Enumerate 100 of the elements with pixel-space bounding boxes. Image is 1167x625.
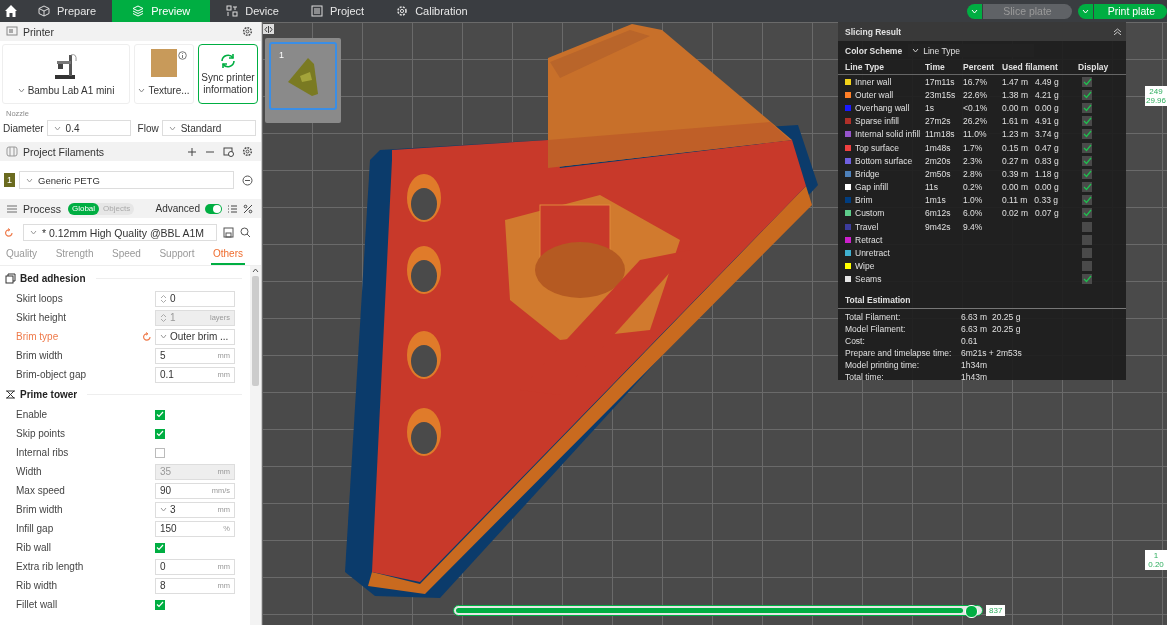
total-label: Cost: [845, 336, 866, 346]
checkbox[interactable] [155, 599, 165, 610]
table-cell: 0.00 m [1002, 182, 1028, 193]
printer-card[interactable]: Bambu Lab A1 mini [2, 44, 130, 104]
advanced-label: Advanced [155, 203, 200, 214]
advanced-switch[interactable] [205, 203, 222, 214]
line-type-name: Bridge [855, 168, 880, 179]
setting-label: Infill gap [16, 523, 55, 534]
display-checkbox[interactable] [1082, 129, 1092, 140]
collapse-icon[interactable] [1113, 28, 1122, 35]
total-label: Total Filament: [845, 312, 902, 322]
column-header: Time [925, 62, 946, 72]
percent-icon[interactable] [243, 203, 253, 214]
display-checkbox[interactable] [1082, 261, 1092, 272]
column-header: Display [1078, 62, 1110, 72]
caret-icon [26, 177, 33, 183]
save-icon[interactable] [223, 227, 234, 238]
table-cell: 6m12s [925, 208, 951, 219]
printer-icon [6, 26, 18, 37]
display-checkbox[interactable] [1082, 234, 1092, 245]
slider-handle[interactable] [965, 605, 979, 618]
line-type-name: Brim [855, 195, 873, 206]
flow-dropdown[interactable]: Standard [161, 120, 256, 136]
nav-tab[interactable]: Project [294, 0, 381, 22]
nav-tab[interactable]: Prepare [22, 0, 113, 22]
section-title: Process [23, 202, 61, 215]
checkbox[interactable] [155, 447, 165, 458]
preset-dropdown[interactable]: * 0.12mm High Quality @BBL A1M [23, 224, 217, 241]
display-checkbox[interactable] [1082, 208, 1092, 219]
nav-tab[interactable]: Calibration [380, 0, 484, 22]
nav-tab[interactable]: Device [210, 0, 295, 22]
table-cell: 4.21 g [1035, 89, 1059, 100]
panel-title: Slicing Result [845, 26, 902, 37]
line-type-name: Sparse infill [855, 116, 899, 127]
table-cell: 0.00 g [1035, 182, 1059, 193]
table-cell: 0.2% [963, 182, 983, 193]
display-checkbox[interactable] [1082, 182, 1092, 193]
table-cell: 22.6% [963, 89, 988, 100]
sync-icon [219, 53, 237, 69]
display-checkbox[interactable] [1082, 155, 1092, 166]
setting-label: Brim-object gap [16, 369, 88, 380]
process-icon [6, 203, 18, 214]
filament-dropdown[interactable]: Generic PETG [19, 171, 234, 189]
table-cell: 0.15 m [1002, 142, 1028, 153]
display-checkbox[interactable] [1082, 142, 1092, 153]
add-icon[interactable] [187, 146, 197, 157]
table-cell: 0.11 m [1002, 195, 1028, 206]
info-icon[interactable] [178, 51, 187, 60]
setting-label: Brim type [16, 331, 60, 342]
tower-icon [5, 389, 16, 400]
display-checkbox[interactable] [1082, 102, 1092, 113]
line-type-name: Top surface [855, 142, 899, 153]
dropdown-button[interactable] [1077, 3, 1093, 19]
display-checkbox[interactable] [1082, 116, 1092, 127]
plate-card[interactable]: Texture... [134, 44, 194, 104]
scroll-up-icon[interactable] [252, 268, 259, 273]
display-checkbox[interactable] [1082, 89, 1092, 100]
table-cell: 3.74 g [1035, 129, 1059, 140]
table-cell: 26.2% [963, 116, 988, 127]
display-checkbox[interactable] [1082, 195, 1092, 206]
move-slider-fill[interactable] [456, 608, 963, 613]
table-cell: 1.0% [963, 195, 983, 206]
total-label: Total time: [845, 372, 885, 382]
line-type-name: Overhang wall [855, 102, 910, 113]
display-checkbox[interactable] [1082, 274, 1092, 285]
setting-label: Rib wall [16, 542, 52, 553]
plate-number: 1 [279, 50, 284, 60]
checkbox[interactable] [155, 542, 165, 553]
move-slider-track[interactable] [453, 605, 983, 616]
display-checkbox[interactable] [1082, 168, 1092, 179]
setting-field[interactable]: 0 [155, 290, 235, 307]
move-reading: 837 [986, 605, 1006, 616]
display-checkbox[interactable] [1082, 76, 1092, 87]
table-cell: 9m42s [925, 221, 951, 232]
dropdown-button[interactable] [967, 3, 983, 19]
field-label: Flow [137, 122, 159, 134]
scrollbar[interactable] [250, 266, 261, 625]
settings-icon[interactable] [242, 26, 253, 37]
reset-icon[interactable] [142, 331, 152, 342]
setting-label: Enable [16, 409, 49, 420]
table-cell: 1.61 m [1002, 116, 1028, 127]
line-type-name: Bottom surface [855, 155, 913, 166]
display-checkbox[interactable] [1082, 221, 1092, 232]
setting-label: Extra rib length [16, 561, 85, 572]
collapse-button[interactable] [263, 24, 274, 34]
table-cell: 2m50s [925, 168, 951, 179]
device-icon [226, 5, 239, 17]
table-cell: 2m20s [925, 155, 951, 166]
total-value: 1h34m [961, 360, 988, 370]
setting-dropdown[interactable]: Outer brim ... [155, 328, 235, 345]
scroll-thumb[interactable] [252, 276, 259, 386]
line-type-name: Gap infill [855, 182, 889, 193]
settings-icon[interactable] [242, 146, 253, 157]
sync-printer-button[interactable]: Sync printer information [198, 44, 258, 104]
display-checkbox[interactable] [1082, 248, 1092, 259]
diameter-dropdown[interactable]: 0.4 [46, 120, 131, 136]
checkbox[interactable] [155, 409, 165, 420]
search-icon[interactable] [240, 227, 251, 238]
checkbox[interactable] [155, 428, 165, 439]
reset-icon[interactable] [4, 227, 14, 238]
